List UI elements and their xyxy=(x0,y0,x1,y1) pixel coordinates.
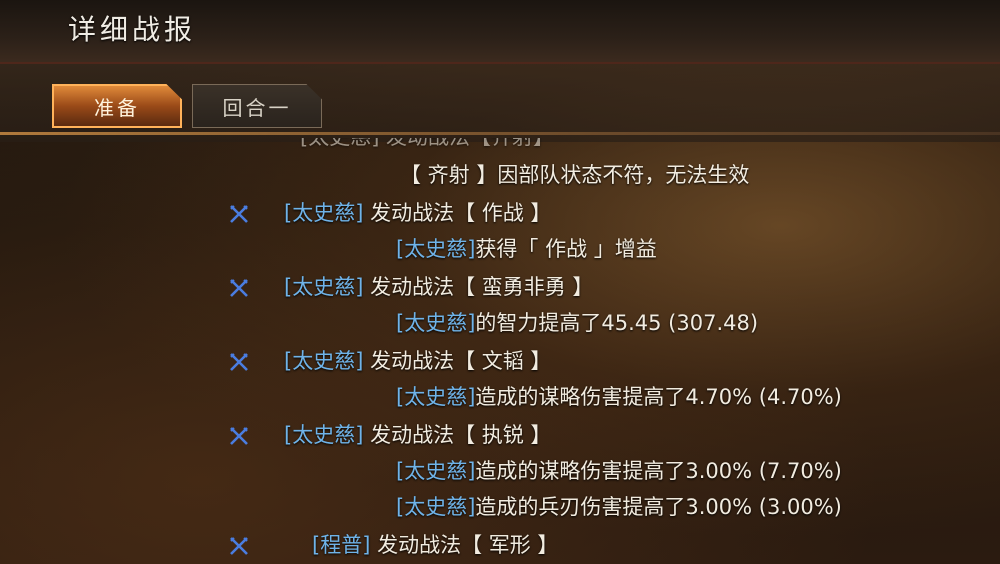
page-title: 详细战报 xyxy=(68,13,197,46)
tab-round-one[interactable]: 回合一 xyxy=(192,84,322,128)
log-text: 造成的谋略伤害提高了3.00% (7.70%) xyxy=(475,459,842,483)
general-name[interactable]: [程普] xyxy=(312,533,370,557)
general-name[interactable]: [太史慈] xyxy=(396,459,475,483)
log-text: 【 齐射 】因部队状态不符，无法生效 xyxy=(400,163,750,187)
general-name[interactable]: [太史慈] xyxy=(284,275,363,299)
log-text: 发动战法【 作战 】 xyxy=(363,201,552,225)
log-line: [太史慈] 发动战法【 蛮勇非勇 】 xyxy=(284,272,593,302)
log-line: [太史慈]造成的谋略伤害提高了4.70% (4.70%) xyxy=(396,382,842,412)
log-line-cut: [太史慈] 发动战法【齐射】 xyxy=(300,138,554,152)
log-line: [太史慈]获得「 作战 」增益 xyxy=(396,234,657,264)
general-name[interactable]: [太史慈] xyxy=(284,349,363,373)
log-text: 发动战法【 军形 】 xyxy=(370,533,559,557)
log-text: 发动战法【 蛮勇非勇 】 xyxy=(363,275,594,299)
general-name[interactable]: [太史慈] xyxy=(396,385,475,409)
header-bar: 详细战报 xyxy=(0,0,1000,64)
log-line: [太史慈] 发动战法【 作战 】 xyxy=(284,198,551,228)
crossed-swords-icon xyxy=(228,535,250,557)
log-text: 发动战法【 执锐 】 xyxy=(363,423,552,447)
log-line: [程普] 发动战法【 军形 】 xyxy=(312,530,558,560)
log-text: 发动战法【 文韬 】 xyxy=(363,349,552,373)
log-line: [太史慈]造成的兵刃伤害提高了3.00% (3.00%) xyxy=(396,492,842,522)
general-name[interactable]: [太史慈] xyxy=(284,423,363,447)
general-name[interactable]: [太史慈] xyxy=(284,201,363,225)
log-line: [太史慈]的智力提高了45.45 (307.48) xyxy=(396,308,758,338)
tab-divider xyxy=(0,132,1000,135)
tab-prepare[interactable]: 准备 xyxy=(52,84,182,128)
log-line: 【 齐射 】因部队状态不符，无法生效 xyxy=(400,160,749,190)
crossed-swords-icon xyxy=(228,203,250,225)
general-name[interactable]: [太史慈] xyxy=(396,311,475,335)
general-name[interactable]: [太史慈] xyxy=(396,495,475,519)
log-text: 造成的兵刃伤害提高了3.00% (3.00%) xyxy=(475,495,842,519)
log-line: [太史慈]造成的谋略伤害提高了3.00% (7.70%) xyxy=(396,456,842,486)
log-line: [太史慈] 发动战法【 文韬 】 xyxy=(284,346,551,376)
log-text: 获得「 作战 」增益 xyxy=(475,237,657,261)
log-line: [太史慈] 发动战法【 执锐 】 xyxy=(284,420,551,450)
crossed-swords-icon xyxy=(228,277,250,299)
log-text: 的智力提高了45.45 (307.48) xyxy=(475,311,759,335)
crossed-swords-icon xyxy=(228,351,250,373)
crossed-swords-icon xyxy=(228,425,250,447)
battle-log[interactable]: [太史慈] 发动战法【齐射】 【 齐射 】因部队状态不符，无法生效 [太史慈] … xyxy=(0,138,1000,564)
log-text: 造成的谋略伤害提高了4.70% (4.70%) xyxy=(475,385,842,409)
general-name[interactable]: [太史慈] xyxy=(396,237,475,261)
